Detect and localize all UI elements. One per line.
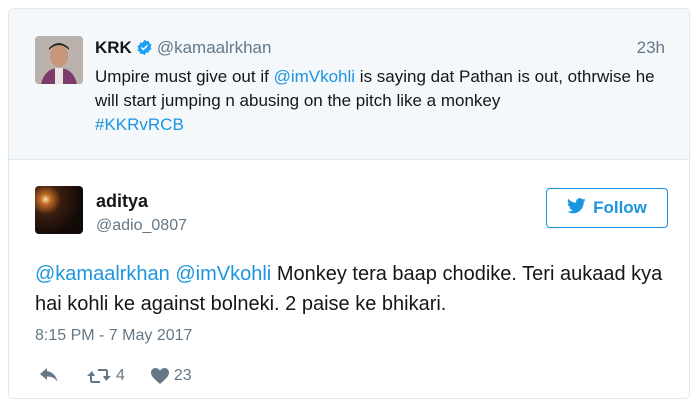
retweet-button[interactable]: 4 — [87, 367, 125, 385]
author-name[interactable]: aditya — [96, 190, 148, 212]
reply-icon — [39, 368, 59, 384]
reply-button[interactable] — [39, 368, 59, 384]
mention-link[interactable]: @imVkohli — [175, 263, 271, 285]
tweet-actions: 4 23 — [39, 364, 192, 388]
author-handle[interactable]: @adio_0807 — [96, 216, 187, 236]
follow-label: Follow — [593, 198, 647, 217]
parent-tweet[interactable]: KRK @kamaalrkhan 23h Umpire must give out… — [9, 9, 689, 160]
mention-link[interactable]: @imVkohli — [274, 67, 356, 86]
author-name[interactable]: KRK — [95, 38, 132, 57]
heart-icon — [150, 368, 169, 384]
tweet-timestamp[interactable]: 8:15 PM - 7 May 2017 — [35, 326, 192, 346]
aditya-avatar[interactable] — [35, 186, 83, 234]
like-button[interactable]: 23 — [150, 367, 192, 385]
embedded-tweet-card: KRK @kamaalrkhan 23h Umpire must give out… — [8, 8, 690, 399]
bird-icon — [567, 197, 593, 219]
krk-avatar[interactable] — [35, 36, 83, 84]
tweet-time[interactable]: 23h — [637, 38, 665, 58]
verified-badge-icon — [136, 39, 153, 61]
text-part: Umpire must give out if — [95, 67, 274, 86]
tweet-text: @kamaalrkhan @imVkohli Monkey tera baap … — [35, 259, 665, 319]
like-count: 23 — [173, 367, 192, 384]
retweet-icon — [87, 368, 111, 384]
author-handle[interactable]: @kamaalrkhan — [157, 38, 272, 57]
follow-button[interactable]: Follow — [546, 188, 668, 228]
parent-tweet-header: KRK @kamaalrkhan — [95, 38, 271, 61]
parent-tweet-text: Umpire must give out if @imVkohli is say… — [95, 65, 655, 137]
hashtag-link[interactable]: #KKRvRCB — [95, 115, 184, 134]
retweet-count: 4 — [116, 367, 125, 384]
mention-link[interactable]: @kamaalrkhan — [35, 263, 170, 285]
